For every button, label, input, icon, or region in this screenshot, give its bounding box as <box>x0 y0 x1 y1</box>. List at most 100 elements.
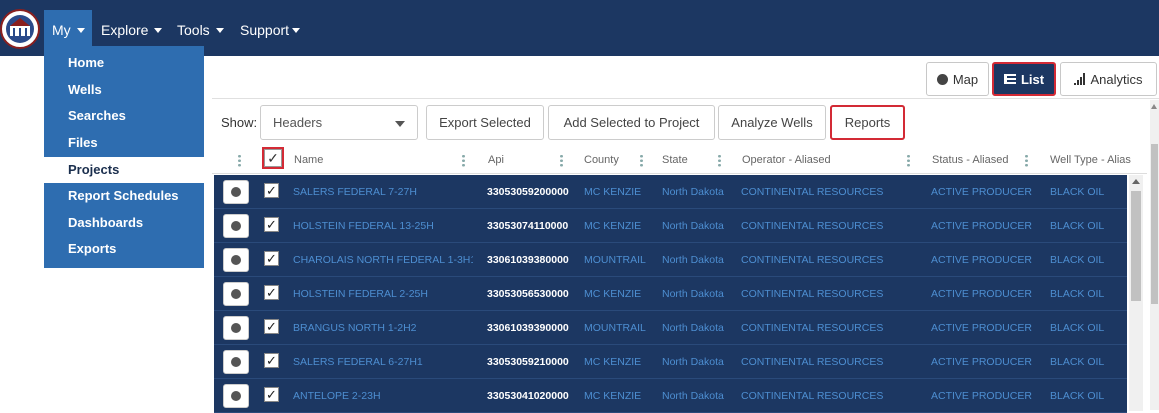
cell-status: ACTIVE PRODUCER <box>931 186 1032 198</box>
row-checkbox[interactable]: ✓ <box>264 183 279 198</box>
globe-icon <box>231 391 241 401</box>
cell-state: North Dakota <box>662 322 724 334</box>
cell-well-type: BLACK OIL <box>1050 186 1105 198</box>
table-header-row: ✓ Name Api County State Operator - Alias… <box>212 147 1147 174</box>
add-selected-to-project-button[interactable]: Add Selected to Project <box>548 105 715 140</box>
cell-state: North Dakota <box>662 288 724 300</box>
export-selected-button[interactable]: Export Selected <box>426 105 544 140</box>
cell-status: ACTIVE PRODUCER <box>931 322 1032 334</box>
nav-support-label: Support <box>240 22 290 38</box>
nav-support-menu[interactable]: Support <box>240 0 301 56</box>
cell-state: North Dakota <box>662 186 724 198</box>
column-menu-icon[interactable] <box>907 154 910 167</box>
show-select[interactable]: Headers <box>260 105 418 140</box>
column-menu-icon[interactable] <box>1025 154 1028 167</box>
cell-well-type: BLACK OIL <box>1050 356 1105 368</box>
cell-name[interactable]: SALERS FEDERAL 7-27H <box>293 175 473 209</box>
row-map-button[interactable] <box>223 282 249 306</box>
select-all-checkbox[interactable]: ✓ <box>262 147 284 169</box>
menu-item-report-schedules[interactable]: Report Schedules <box>44 183 204 209</box>
row-map-button[interactable] <box>223 248 249 272</box>
row-checkbox[interactable]: ✓ <box>264 353 279 368</box>
cell-name[interactable]: SALERS FEDERAL 6-27H1 <box>293 345 473 379</box>
cell-api: 33053059210000 <box>487 356 569 368</box>
menu-item-files[interactable]: Files <box>44 130 204 156</box>
column-header-state[interactable]: State <box>656 147 734 174</box>
cell-api: 33053041020000 <box>487 390 569 402</box>
map-view-button[interactable]: Map <box>926 62 989 96</box>
table-row[interactable]: ✓ HOLSTEIN FEDERAL 2-25H 33053056530000 … <box>214 277 1127 311</box>
show-label: Show: <box>221 115 258 130</box>
menu-item-exports[interactable]: Exports <box>44 236 204 262</box>
row-map-button[interactable] <box>223 180 249 204</box>
column-header-operator[interactable]: Operator - Aliased <box>736 147 926 174</box>
wells-table-body: ✓ SALERS FEDERAL 7-27H 33053059200000 MC… <box>214 175 1127 413</box>
column-menu-icon[interactable] <box>640 154 643 167</box>
page-scrollbar[interactable] <box>1150 100 1159 410</box>
cell-status: ACTIVE PRODUCER <box>931 220 1032 232</box>
grid-scrollbar[interactable] <box>1129 175 1143 411</box>
cell-county: MC KENZIE <box>584 390 642 402</box>
row-map-button[interactable] <box>223 350 249 374</box>
caret-down-icon <box>292 28 301 33</box>
state-seal-logo-icon[interactable] <box>0 8 40 50</box>
row-checkbox[interactable]: ✓ <box>264 285 279 300</box>
scroll-up-arrow-icon[interactable] <box>1151 104 1157 109</box>
column-menu-icon[interactable] <box>560 154 563 167</box>
row-map-button[interactable] <box>223 214 249 238</box>
table-row[interactable]: ✓ SALERS FEDERAL 7-27H 33053059200000 MC… <box>214 175 1127 209</box>
cell-name[interactable]: ANTELOPE 2-23H <box>293 379 473 413</box>
menu-item-searches[interactable]: Searches <box>44 103 204 129</box>
list-view-button[interactable]: List <box>992 62 1056 96</box>
cell-name[interactable]: BRANGUS NORTH 1-2H2 <box>293 311 473 345</box>
caret-down-icon <box>76 28 85 33</box>
column-menu-icon[interactable] <box>462 154 465 167</box>
cell-well-type: BLACK OIL <box>1050 288 1105 300</box>
cell-well-type: BLACK OIL <box>1050 254 1105 266</box>
caret-down-icon <box>215 28 224 33</box>
row-checkbox[interactable]: ✓ <box>264 251 279 266</box>
cell-state: North Dakota <box>662 356 724 368</box>
cell-api: 33053056530000 <box>487 288 569 300</box>
table-row[interactable]: ✓ SALERS FEDERAL 6-27H1 33053059210000 M… <box>214 345 1127 379</box>
column-menu-icon[interactable] <box>238 154 241 167</box>
row-map-button[interactable] <box>223 316 249 340</box>
menu-item-dashboards[interactable]: Dashboards <box>44 210 204 236</box>
page-scroll-thumb[interactable] <box>1151 144 1158 304</box>
column-header-county[interactable]: County <box>578 147 656 174</box>
cell-county: MC KENZIE <box>584 356 642 368</box>
column-header-well-type[interactable]: Well Type - Alias <box>1044 147 1147 174</box>
nav-explore-label: Explore <box>101 22 149 38</box>
column-header-name[interactable]: Name <box>288 147 468 174</box>
scroll-up-arrow-icon[interactable] <box>1132 179 1140 184</box>
menu-item-home[interactable]: Home <box>44 50 204 76</box>
cell-name[interactable]: HOLSTEIN FEDERAL 2-25H <box>293 277 473 311</box>
cell-operator: CONTINENTAL RESOURCES <box>741 254 884 266</box>
cell-well-type: BLACK OIL <box>1050 220 1105 232</box>
table-row[interactable]: ✓ HOLSTEIN FEDERAL 13-25H 33053074110000… <box>214 209 1127 243</box>
cell-status: ACTIVE PRODUCER <box>931 254 1032 266</box>
scroll-thumb[interactable] <box>1131 191 1141 301</box>
analyze-wells-button[interactable]: Analyze Wells <box>718 105 826 140</box>
row-checkbox[interactable]: ✓ <box>264 217 279 232</box>
reports-button[interactable]: Reports <box>830 105 905 140</box>
table-row[interactable]: ✓ CHAROLAIS NORTH FEDERAL 1-3H1 33061039… <box>214 243 1127 277</box>
globe-icon <box>231 187 241 197</box>
column-menu-icon[interactable] <box>718 154 721 167</box>
row-checkbox[interactable]: ✓ <box>264 387 279 402</box>
cell-name[interactable]: CHAROLAIS NORTH FEDERAL 1-3H1 <box>293 243 473 277</box>
caret-down-icon <box>154 28 163 33</box>
cell-operator: CONTINENTAL RESOURCES <box>741 322 884 334</box>
table-row[interactable]: ✓ ANTELOPE 2-23H 33053041020000 MC KENZI… <box>214 379 1127 413</box>
row-checkbox[interactable]: ✓ <box>264 319 279 334</box>
table-row[interactable]: ✓ BRANGUS NORTH 1-2H2 33061039390000 MOU… <box>214 311 1127 345</box>
menu-item-projects[interactable]: Projects <box>44 157 204 183</box>
cell-name[interactable]: HOLSTEIN FEDERAL 13-25H <box>293 209 473 243</box>
analytics-view-button[interactable]: Analytics <box>1060 62 1157 96</box>
menu-item-wells[interactable]: Wells <box>44 77 204 103</box>
my-dropdown-menu: Home Wells Searches Files Projects Repor… <box>44 46 204 268</box>
map-view-label: Map <box>952 71 979 87</box>
nav-my-label: My <box>52 22 71 38</box>
row-map-button[interactable] <box>223 384 249 408</box>
cell-county: MC KENZIE <box>584 220 642 232</box>
